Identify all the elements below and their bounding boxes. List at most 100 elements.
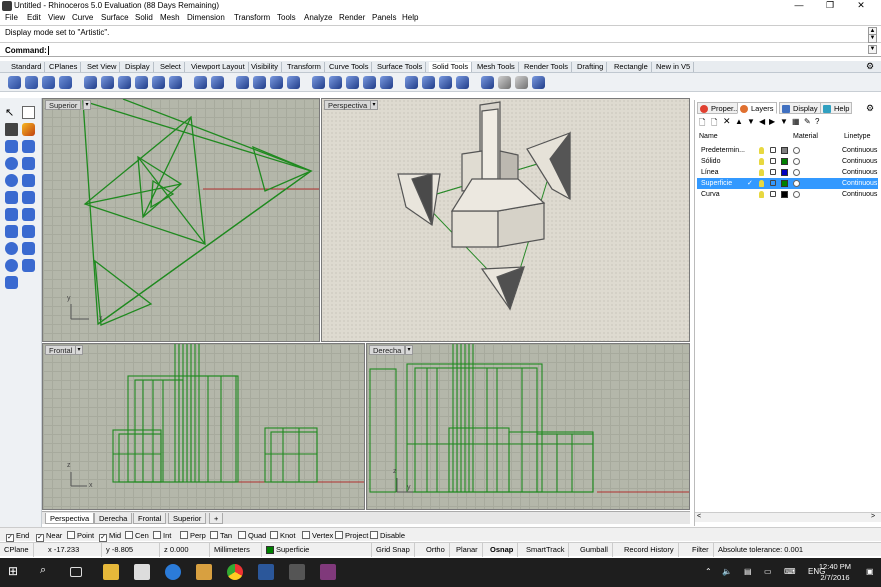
osnap-project[interactable]: Project (335, 531, 368, 540)
menu-curve[interactable]: Curve (72, 13, 93, 22)
rotate-hole-icon[interactable] (363, 76, 376, 89)
view-tab-derecha[interactable]: Derecha (94, 513, 133, 524)
osnap-perp[interactable]: Perp (180, 531, 206, 540)
viewport-right-title[interactable]: Derecha (369, 345, 406, 355)
tab-new-in-v5[interactable]: New in V5 (653, 62, 695, 72)
layer-linetype[interactable]: Continuous (842, 167, 877, 178)
checkbox-icon[interactable] (180, 531, 188, 539)
array-hole-icon[interactable] (380, 76, 393, 89)
chrome-icon[interactable] (227, 564, 243, 580)
viewport-right-menu-icon[interactable]: ▾ (405, 345, 413, 355)
layer-material-icon[interactable] (793, 147, 800, 154)
chamfer-edge-icon[interactable] (152, 76, 165, 89)
menu-dimension[interactable]: Dimension (187, 13, 225, 22)
layer-unlock-icon[interactable] (770, 191, 776, 197)
polygon-icon[interactable] (22, 174, 35, 187)
tab-display[interactable]: Display (122, 62, 154, 72)
checkbox-icon[interactable] (210, 531, 218, 539)
osnap-mid[interactable]: ✓ Mid (99, 531, 121, 542)
layer-visible-icon[interactable] (759, 169, 764, 176)
toolbar-settings-icon[interactable]: ⚙ (866, 61, 874, 72)
line-icon[interactable] (5, 123, 18, 136)
viewport-front[interactable]: z x Frontal ▾ (42, 343, 365, 510)
system-clock[interactable]: 12:40 PM 2/7/2016 (819, 561, 851, 583)
delete-layer-icon[interactable]: ✕ (723, 116, 731, 127)
osnap-point[interactable]: Point (67, 531, 94, 540)
viewport-front-title[interactable]: Frontal (45, 345, 77, 355)
osnap-quad[interactable]: Quad (238, 531, 266, 540)
box-icon[interactable] (5, 140, 18, 153)
layer-material-icon[interactable] (793, 158, 800, 165)
layer-visible-icon[interactable] (759, 191, 764, 198)
viewport-top[interactable]: y x Superior ▾ (42, 98, 320, 342)
menu-surface[interactable]: Surface (101, 13, 129, 22)
menu-help[interactable]: Help (402, 13, 418, 22)
layer-material-icon[interactable] (793, 180, 800, 187)
menu-tools[interactable]: Tools (277, 13, 296, 22)
layer-visible-icon[interactable] (759, 158, 764, 165)
osnap-cen[interactable]: Cen (125, 531, 149, 540)
checkbox-icon[interactable] (335, 531, 343, 539)
panel-settings-icon[interactable]: ⚙ (866, 103, 874, 114)
wire-cut-icon[interactable] (236, 76, 249, 89)
view-tab-superior[interactable]: Superior (168, 513, 207, 524)
tab-rectangle[interactable]: Rectangle (611, 62, 652, 72)
layer-color-swatch[interactable] (781, 191, 788, 198)
solid-points-icon[interactable] (329, 76, 342, 89)
view-tab-perspectiva[interactable]: Perspectiva (45, 513, 95, 524)
minimize-button[interactable]: — (784, 0, 814, 12)
rhino-taskbar-icon[interactable] (289, 564, 305, 580)
move-face-icon[interactable] (169, 76, 182, 89)
osnap-vertex[interactable]: Vertex (302, 531, 333, 540)
layer-help-icon[interactable]: ? (815, 117, 819, 126)
scroll-left-icon[interactable]: < (697, 513, 701, 520)
checkbox-icon[interactable] (370, 531, 378, 539)
boolean-difference-icon[interactable] (25, 76, 38, 89)
paraboloid-icon[interactable] (5, 259, 18, 272)
menu-analyze[interactable]: Analyze (304, 13, 332, 22)
layer-linetype[interactable]: Continuous (842, 189, 877, 200)
battery-icon[interactable]: ▭ (764, 567, 772, 576)
menu-panels[interactable]: Panels (372, 13, 396, 22)
checkbox-icon[interactable] (153, 531, 161, 539)
menu-mesh[interactable]: Mesh (160, 13, 180, 22)
move-hole-icon[interactable] (346, 76, 359, 89)
pyramid-icon[interactable] (22, 191, 35, 204)
mesh-icon[interactable] (498, 76, 511, 89)
shell-icon[interactable] (135, 76, 148, 89)
layer-row[interactable]: Superficie ✓ Continuous (697, 178, 878, 189)
checkbox-icon[interactable]: ✓ (99, 534, 107, 542)
add-view-tab-icon[interactable]: + (209, 513, 224, 524)
panel-scrollbar[interactable]: < > (695, 512, 881, 522)
layer-linetype[interactable]: Continuous (842, 145, 877, 156)
onenote-icon[interactable] (320, 564, 336, 580)
pipe-icon[interactable] (22, 225, 35, 238)
extrude-face-icon[interactable] (194, 76, 207, 89)
osnap-near[interactable]: ✓ Near (36, 531, 62, 542)
layer-unlock-icon[interactable] (770, 147, 776, 153)
tab-select[interactable]: Select (157, 62, 185, 72)
layer-unlock-icon[interactable] (770, 158, 776, 164)
checkbox-icon[interactable] (270, 531, 278, 539)
layer-linetype[interactable]: Continuous (842, 156, 877, 167)
sphere-icon[interactable] (22, 140, 35, 153)
make-hole-icon[interactable] (405, 76, 418, 89)
search-icon[interactable]: ⌕ (40, 564, 56, 580)
toggle-osnap[interactable]: Osnap (486, 543, 519, 557)
cylinder-icon[interactable] (22, 208, 35, 221)
new-sublayer-icon[interactable]: 🗋 (711, 117, 717, 131)
arc-icon[interactable] (22, 157, 35, 170)
layer-visible-icon[interactable] (759, 180, 764, 187)
layer-color-swatch[interactable] (781, 180, 788, 187)
layer-left-icon[interactable]: ◀ (759, 117, 765, 126)
select-arrow-icon[interactable]: ↖ (5, 106, 18, 119)
network-icon[interactable]: ▤ (744, 567, 752, 576)
text-object-icon[interactable] (5, 276, 18, 289)
tab-transform[interactable]: Transform (284, 62, 325, 72)
extract-surface-icon[interactable] (84, 76, 97, 89)
toggle-grid-snap[interactable]: Grid Snap (372, 543, 415, 557)
split-face-icon[interactable] (270, 76, 283, 89)
tab-cplanes[interactable]: CPlanes (46, 62, 82, 72)
checkbox-icon[interactable] (67, 531, 75, 539)
current-layer-check-icon[interactable]: ✓ (747, 178, 753, 189)
